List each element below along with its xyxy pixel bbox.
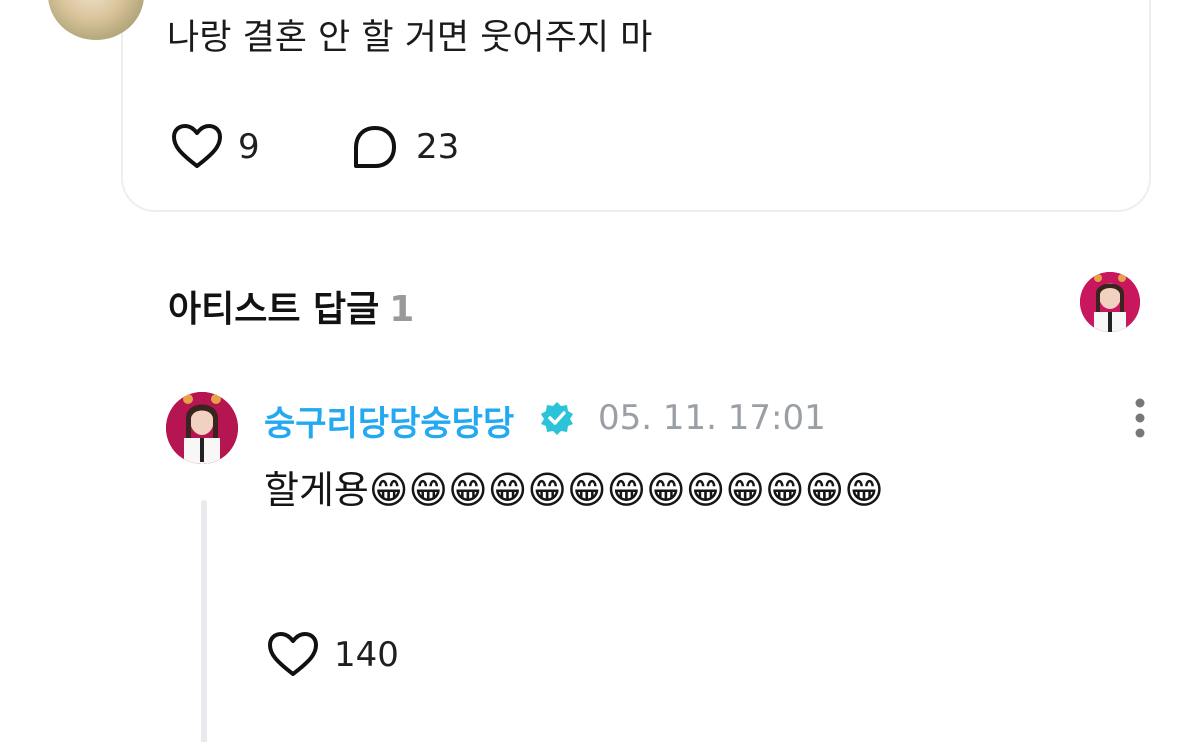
reply-timestamp: 05. 11. 17:01 bbox=[598, 398, 826, 438]
post-comment-count: 23 bbox=[416, 127, 460, 167]
speech-bubble-icon bbox=[354, 126, 396, 168]
artist-avatar[interactable] bbox=[1080, 272, 1140, 332]
reply-like-button[interactable]: 140 bbox=[266, 630, 399, 680]
page: 나랑 결혼 안 할 거면 웃어주지 마 9 23 아티스트 답글 1 숭구리당당… bbox=[0, 0, 1200, 742]
post-comment-button[interactable]: 23 bbox=[348, 122, 459, 172]
reply-author-name[interactable]: 숭구리당당숭당당 bbox=[264, 396, 514, 445]
artist-replies-count: 1 bbox=[389, 289, 415, 330]
reply-like-count: 140 bbox=[334, 635, 399, 675]
artist-replies-title: 아티스트 답글 1 bbox=[168, 280, 414, 332]
post-text: 나랑 결혼 안 할 거면 웃어주지 마 bbox=[167, 18, 653, 58]
reply-avatar-image bbox=[166, 392, 238, 464]
vertical-ellipsis-icon[interactable] bbox=[1126, 398, 1154, 438]
thread-line bbox=[201, 500, 207, 742]
artist-replies-label: 아티스트 답글 bbox=[168, 289, 380, 330]
heart-outline-icon bbox=[172, 124, 222, 168]
artist-avatar-image bbox=[1080, 272, 1140, 332]
post-like-button[interactable]: 9 bbox=[170, 122, 260, 172]
verified-badge-icon bbox=[541, 402, 573, 435]
post-like-count: 9 bbox=[238, 127, 260, 167]
reply-text: 할게용😁😁😁😁😁😁😁😁😁😁😁😁😁 bbox=[264, 468, 884, 512]
reply-author-avatar[interactable] bbox=[166, 392, 238, 464]
heart-outline-icon bbox=[268, 632, 318, 676]
